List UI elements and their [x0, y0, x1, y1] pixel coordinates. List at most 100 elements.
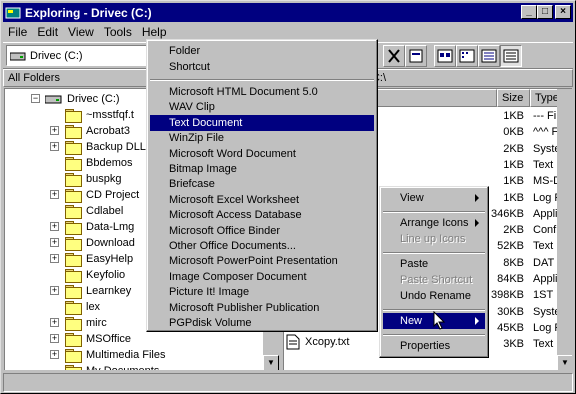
expand-icon[interactable]: + [50, 238, 59, 247]
tree-item[interactable]: + CD Project [50, 187, 139, 203]
new-item[interactable]: Picture It! Image [150, 284, 374, 300]
tree-item[interactable]: lex [50, 299, 100, 315]
menu-tools[interactable]: Tools [99, 25, 137, 39]
new-item[interactable]: PGPdisk Volume [150, 315, 374, 331]
tree-item[interactable]: + Data-Lmg [50, 219, 134, 235]
folder-icon [65, 333, 82, 347]
folder-icon [65, 125, 82, 139]
tree-root[interactable]: − Drivec (C:) [31, 91, 120, 107]
context-item-paste-shortcut[interactable]: Paste Shortcut [383, 272, 485, 288]
expand-icon[interactable]: + [50, 318, 59, 327]
new-item[interactable]: WAV Clip [150, 99, 374, 115]
tree-item-label: mirc [86, 317, 107, 329]
expand-icon[interactable]: + [50, 142, 59, 151]
submenu-arrow-icon [475, 317, 479, 325]
expand-icon[interactable]: + [50, 222, 59, 231]
tree-item[interactable]: + Backup DLLs [50, 139, 151, 155]
tree-item[interactable]: + Acrobat3 [50, 123, 130, 139]
tree-item[interactable]: + mirc [50, 315, 107, 331]
column-type[interactable]: Type [530, 89, 560, 107]
folder-icon [65, 109, 82, 123]
collapse-icon[interactable]: − [31, 94, 40, 103]
new-submenu: Folder Shortcut Microsoft HTML Document … [146, 39, 378, 332]
list-scrollbar[interactable]: ▼ [557, 89, 572, 370]
menu-separator [383, 252, 485, 254]
menu-separator [383, 334, 485, 336]
menu-view[interactable]: View [63, 25, 99, 39]
folder-icon [65, 253, 82, 267]
tree-item[interactable]: Keyfolio [50, 267, 125, 283]
tree-item[interactable]: + Download [50, 235, 135, 251]
new-item[interactable]: Other Office Documents... [150, 238, 374, 254]
context-item-line-up-icons[interactable]: Line up Icons [383, 231, 485, 247]
menu-edit[interactable]: Edit [32, 25, 63, 39]
small-icons-view-icon[interactable] [456, 45, 478, 67]
mouse-cursor-icon [433, 311, 446, 330]
new-item[interactable]: Microsoft PowerPoint Presentation [150, 253, 374, 269]
tree-item[interactable]: + EasyHelp [50, 251, 133, 267]
tree-item[interactable]: + Multimedia Files [50, 347, 165, 363]
context-item-properties[interactable]: Properties [383, 338, 485, 354]
menu-separator [150, 79, 374, 81]
new-item[interactable]: Microsoft Excel Worksheet [150, 192, 374, 208]
new-item-folder[interactable]: Folder [150, 43, 374, 59]
tree-item-label: CD Project [86, 189, 140, 201]
tree-item-label: Bbdemos [86, 157, 133, 169]
new-item-shortcut[interactable]: Shortcut [150, 59, 374, 75]
tree-item[interactable]: Bbdemos [50, 155, 132, 171]
tree-item[interactable]: Cdlabel [50, 203, 123, 219]
context-menu: View Arrange Icons Line up Icons Paste P… [379, 186, 489, 358]
new-item[interactable]: Microsoft Office Binder [150, 223, 374, 239]
list-cell-type: Text [533, 338, 554, 351]
expand-icon[interactable]: + [50, 350, 59, 359]
tree-scroll-down-button[interactable]: ▼ [263, 355, 279, 370]
new-item[interactable]: Briefcase [150, 176, 374, 192]
expand-icon[interactable]: + [50, 190, 59, 199]
tree-item[interactable]: ~msstfqf.t [50, 107, 134, 123]
tree-item[interactable]: My Documents [50, 363, 159, 370]
explorer-app-icon [5, 5, 21, 21]
tree-item[interactable]: + MSOffice [50, 331, 131, 347]
expand-icon[interactable]: + [50, 334, 59, 343]
menu-help[interactable]: Help [137, 25, 172, 39]
tree-item[interactable]: + Learnkey [50, 283, 131, 299]
context-item-paste[interactable]: Paste [383, 256, 485, 272]
address-combo[interactable]: Drivec (C:) [6, 45, 149, 66]
list-cell-size: 1KB [503, 158, 524, 171]
tree-item[interactable]: buspkg [50, 171, 121, 187]
properties-icon[interactable] [405, 45, 427, 67]
maximize-button[interactable]: □ [537, 5, 553, 19]
context-item-arrange-icons[interactable]: Arrange Icons [383, 215, 485, 231]
list-item-xcopy[interactable]: Xcopy.txt [286, 334, 349, 350]
close-button[interactable]: × [555, 5, 571, 19]
new-item[interactable]: Image Composer Document [150, 269, 374, 285]
new-item[interactable]: Microsoft Word Document [150, 146, 374, 162]
context-item-view[interactable]: View [383, 190, 485, 206]
list-cell-size: 0KB [503, 126, 524, 139]
tree-item-label: Multimedia Files [86, 349, 166, 361]
expand-icon[interactable]: + [50, 126, 59, 135]
column-size[interactable]: Size [497, 89, 530, 107]
list-scroll-down-button[interactable]: ▼ [557, 355, 572, 370]
list-cell-size: 2KB [503, 142, 524, 155]
menu-file[interactable]: File [3, 25, 32, 39]
expand-icon[interactable]: + [50, 286, 59, 295]
window-title: Exploring - Drivec (C:) [25, 5, 152, 20]
list-cell-type: Text [533, 240, 554, 253]
new-item[interactable]: Microsoft HTML Document 5.0 [150, 84, 374, 100]
large-icons-view-icon[interactable] [434, 45, 456, 67]
tree-item-label: Backup DLLs [86, 141, 152, 153]
new-item[interactable]: Microsoft Access Database [150, 207, 374, 223]
list-cell-type: Confi [533, 224, 559, 237]
delete-icon[interactable] [383, 45, 405, 67]
minimize-button[interactable]: _ [521, 5, 537, 19]
title-bar[interactable]: Exploring - Drivec (C:) _ □ × [3, 3, 573, 22]
details-view-icon[interactable] [500, 45, 522, 67]
new-item[interactable]: WinZip File [150, 130, 374, 146]
new-item[interactable]: Text Document [150, 114, 374, 131]
new-item[interactable]: Bitmap Image [150, 161, 374, 177]
context-item-undo-rename[interactable]: Undo Rename [383, 288, 485, 304]
expand-icon[interactable]: + [50, 254, 59, 263]
new-item[interactable]: Microsoft Publisher Publication [150, 300, 374, 316]
list-view-icon[interactable] [478, 45, 500, 67]
